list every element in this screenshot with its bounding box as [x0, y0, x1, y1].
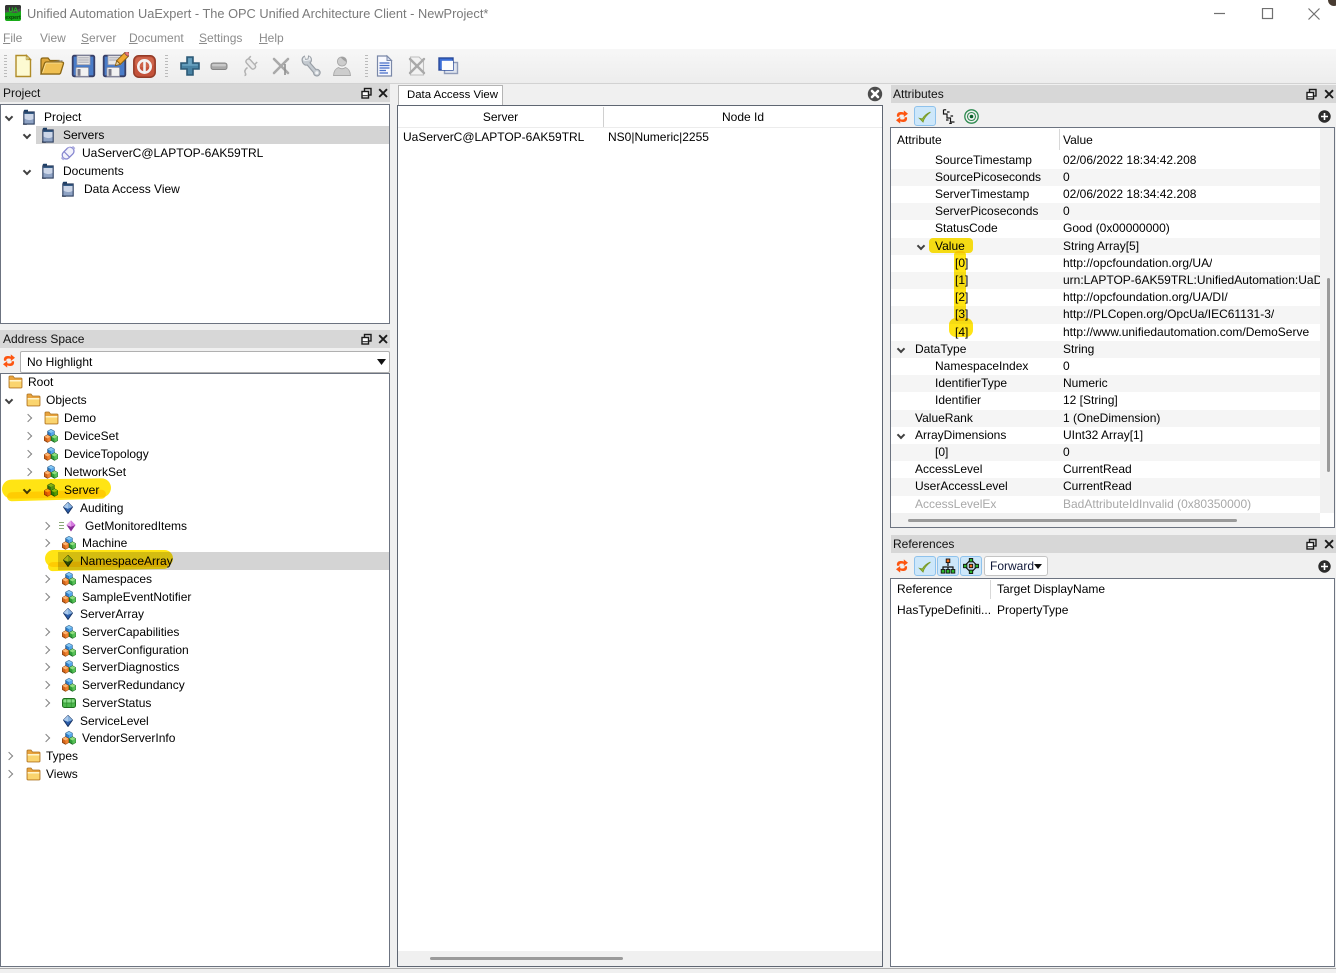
svg-text:expert: expert: [5, 15, 21, 21]
svg-text:UA: UA: [9, 7, 19, 14]
